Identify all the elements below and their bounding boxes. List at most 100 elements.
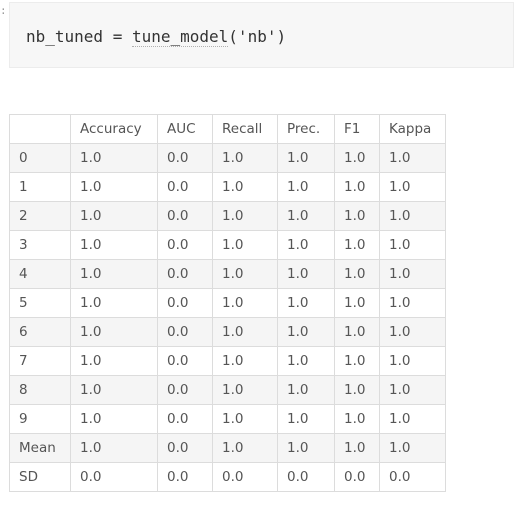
table-row: 9 1.0 0.0 1.0 1.0 1.0 1.0 [9,404,446,434]
table-cell: 1.0 [212,201,278,231]
table-cell: 1.0 [277,172,335,202]
table-cell: 1.0 [379,404,446,434]
table-cell: 1.0 [379,433,446,463]
table-row: 4 1.0 0.0 1.0 1.0 1.0 1.0 [9,259,446,289]
table-cell: 0.0 [157,375,213,405]
table-cell: 1.0 [277,317,335,347]
table-cell: 1.0 [212,404,278,434]
table-cell: 1.0 [212,346,278,376]
table-cell: 0.0 [157,433,213,463]
row-index-cell: 5 [9,288,71,318]
table-cell: 1.0 [70,172,158,202]
table-cell: 1.0 [379,375,446,405]
table-cell: 1.0 [70,375,158,405]
table-cell: 1.0 [70,288,158,318]
table-cell: 1.0 [277,288,335,318]
column-header: Accuracy [70,114,158,144]
table-cell: 1.0 [70,201,158,231]
table-cell: 1.0 [379,317,446,347]
column-header: F1 [334,114,380,144]
table-cell: 1.0 [334,143,380,173]
table-cell: 1.0 [70,143,158,173]
table-row: 5 1.0 0.0 1.0 1.0 1.0 1.0 [9,288,446,318]
table-cell: 1.0 [334,317,380,347]
table-cell: 1.0 [379,230,446,260]
results-table: Accuracy AUC Recall Prec. F1 Kappa 0 1.0 0.0 1.0… [9,114,446,492]
table-cell: 0.0 [157,404,213,434]
table-cell: 1.0 [277,259,335,289]
column-header: Prec. [277,114,335,144]
table-cell: 1.0 [212,259,278,289]
table-row: 1 1.0 0.0 1.0 1.0 1.0 1.0 [9,172,446,202]
table-header-row: Accuracy AUC Recall Prec. F1 Kappa [9,114,446,144]
table-cell: 1.0 [70,230,158,260]
table-cell: 0.0 [157,346,213,376]
row-index-cell: 3 [9,230,71,260]
code-arguments: ('nb') [228,27,287,46]
table-cell: 1.0 [70,346,158,376]
table-cell: 1.0 [212,317,278,347]
table-cell: 1.0 [334,375,380,405]
table-cell: 0.0 [334,462,380,492]
cell-edge-marker: : [0,4,7,17]
table-cell: 1.0 [212,172,278,202]
table-cell: 1.0 [277,143,335,173]
table-cell: 1.0 [212,288,278,318]
table-cell: 0.0 [157,230,213,260]
table-cell: 1.0 [212,143,278,173]
table-cell: 1.0 [379,201,446,231]
table-cell: 1.0 [70,317,158,347]
table-cell: 1.0 [379,346,446,376]
table-cell: 1.0 [379,143,446,173]
table-cell: 1.0 [277,433,335,463]
table-cell: 1.0 [70,259,158,289]
table-cell: 0.0 [157,143,213,173]
table-cell: 1.0 [277,230,335,260]
table-cell: 0.0 [157,201,213,231]
notebook-output: : nb_tuned = tune_model('nb') Accuracy AU… [0,0,515,525]
table-cell: 1.0 [334,259,380,289]
table-cell: 0.0 [379,462,446,492]
table-body: 0 1.0 0.0 1.0 1.0 1.0 1.0 1 1.0 0.0 1.0 1.0 1.0 1.0 2 1… [9,143,446,492]
row-index-cell: 7 [9,346,71,376]
table-cell: 0.0 [157,317,213,347]
table-row: 3 1.0 0.0 1.0 1.0 1.0 1.0 [9,230,446,260]
table-row: Mean 1.0 0.0 1.0 1.0 1.0 1.0 [9,433,446,463]
row-index-cell: 2 [9,201,71,231]
table-cell: 1.0 [334,201,380,231]
table-row: 7 1.0 0.0 1.0 1.0 1.0 1.0 [9,346,446,376]
table-row: 8 1.0 0.0 1.0 1.0 1.0 1.0 [9,375,446,405]
table-cell: 0.0 [157,288,213,318]
row-index-cell: 9 [9,404,71,434]
table-cell: 1.0 [379,259,446,289]
table-cell: 0.0 [157,259,213,289]
table-cell: 1.0 [212,433,278,463]
table-row: 0 1.0 0.0 1.0 1.0 1.0 1.0 [9,143,446,173]
row-index-cell: 0 [9,143,71,173]
row-index-cell: SD [9,462,71,492]
table-cell: 0.0 [277,462,335,492]
table-cell: 0.0 [157,462,213,492]
row-index-cell: 6 [9,317,71,347]
table-cell: 1.0 [334,288,380,318]
column-header-index [9,114,71,144]
table-cell: 1.0 [277,404,335,434]
code-line: nb_tuned = tune_model('nb') [26,27,286,47]
code-cell[interactable]: nb_tuned = tune_model('nb') [9,2,514,68]
row-index-cell: 1 [9,172,71,202]
table-row: 2 1.0 0.0 1.0 1.0 1.0 1.0 [9,201,446,231]
table-cell: 1.0 [212,230,278,260]
code-assignment: nb_tuned = [26,27,132,46]
table-cell: 1.0 [70,404,158,434]
table-cell: 1.0 [277,346,335,376]
table-cell: 1.0 [334,230,380,260]
table-cell: 1.0 [334,346,380,376]
code-function-name: tune_model [131,27,229,47]
table-row: SD 0.0 0.0 0.0 0.0 0.0 0.0 [9,462,446,492]
table-row: 6 1.0 0.0 1.0 1.0 1.0 1.0 [9,317,446,347]
row-index-cell: 4 [9,259,71,289]
table-cell: 1.0 [212,375,278,405]
table-cell: 1.0 [277,375,335,405]
table-cell: 1.0 [334,172,380,202]
table-cell: 1.0 [70,433,158,463]
